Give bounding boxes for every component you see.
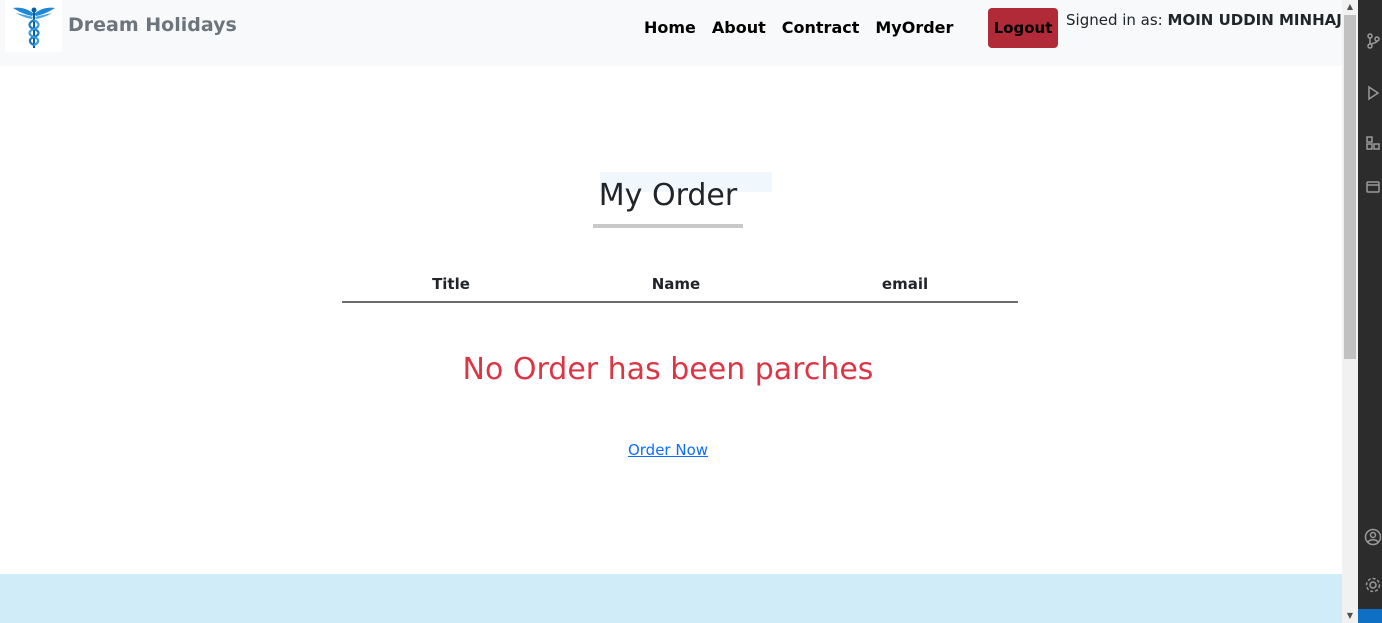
scroll-up-arrow-icon[interactable]: ▲ xyxy=(1342,0,1358,14)
main-nav: Home About Contract MyOrder xyxy=(644,18,953,37)
activity-bar xyxy=(1358,0,1382,623)
caduceus-icon[interactable] xyxy=(5,0,62,52)
table-header-row: Title Name email xyxy=(342,270,1018,303)
nav-contract[interactable]: Contract xyxy=(782,18,860,37)
column-header-email: email xyxy=(792,270,1018,303)
user-name: MOIN UDDIN MINHAJ xyxy=(1167,11,1342,29)
title-underline xyxy=(593,224,743,228)
remote-explorer-icon[interactable] xyxy=(1364,178,1382,196)
page-title: My Order xyxy=(598,178,738,213)
order-now-container: Order Now xyxy=(0,441,1336,459)
account-icon[interactable] xyxy=(1364,528,1382,546)
footer-band xyxy=(0,574,1342,623)
column-header-name: Name xyxy=(560,270,792,303)
brand-name[interactable]: Dream Holidays xyxy=(68,14,237,36)
empty-orders-message: No Order has been parches xyxy=(462,352,874,387)
scroll-thumb[interactable] xyxy=(1344,15,1356,359)
order-table: Title Name email xyxy=(342,270,1018,303)
run-debug-icon[interactable] xyxy=(1364,84,1382,102)
signed-in-status: Signed in as: MOIN UDDIN MINHAJ xyxy=(1066,11,1342,29)
source-control-icon[interactable] xyxy=(1364,32,1382,50)
settings-gear-icon[interactable] xyxy=(1364,576,1382,594)
nav-home[interactable]: Home xyxy=(644,18,696,37)
signed-in-prefix: Signed in as: xyxy=(1066,11,1163,29)
page-scrollbar[interactable]: ▲ ▼ xyxy=(1342,0,1358,623)
extensions-icon[interactable] xyxy=(1364,134,1382,152)
nav-about[interactable]: About xyxy=(712,18,766,37)
logout-button[interactable]: Logout xyxy=(988,8,1058,48)
column-header-title: Title xyxy=(342,270,560,303)
navbar: Dream Holidays Home About Contract MyOrd… xyxy=(0,0,1342,66)
remote-status-badge[interactable] xyxy=(1358,609,1382,623)
order-now-link[interactable]: Order Now xyxy=(628,441,708,459)
scroll-down-arrow-icon[interactable]: ▼ xyxy=(1342,609,1358,623)
nav-myorder[interactable]: MyOrder xyxy=(875,18,953,37)
